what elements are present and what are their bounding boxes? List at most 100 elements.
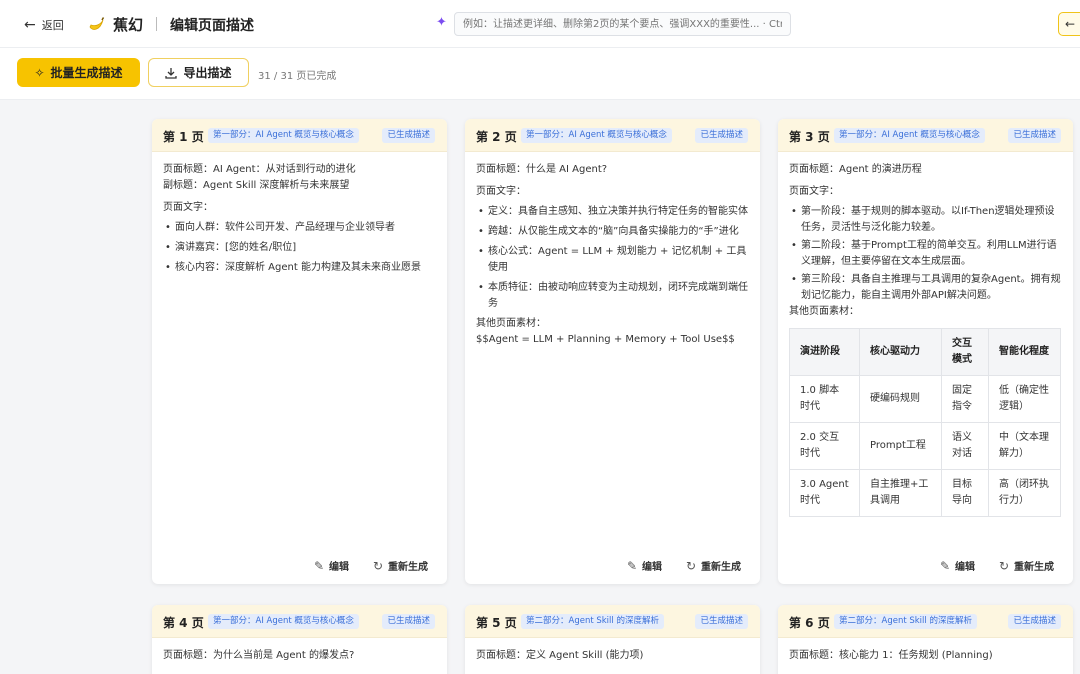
edit-button[interactable]: ✎ 编辑 bbox=[626, 558, 662, 574]
card-footer: ✎ 编辑 ↻ 重新生成 bbox=[465, 548, 760, 584]
table-cell: Prompt工程 bbox=[859, 422, 942, 470]
table-cell: 固定指令 bbox=[941, 375, 989, 423]
table-cell: 3.0 Agent时代 bbox=[789, 469, 860, 517]
other-value: $$Agent = LLM + Planning + Memory + Tool… bbox=[476, 334, 735, 345]
batch-generate-button[interactable]: ✧ 批量生成描述 bbox=[17, 58, 140, 87]
page-number: 第 6 页 bbox=[789, 616, 830, 630]
table-header-cell: 智能化程度 bbox=[988, 328, 1061, 376]
part-tag: 第一部分：AI Agent 概览与核心概念 bbox=[208, 128, 359, 143]
table-cell: 2.0 交互时代 bbox=[789, 422, 860, 470]
back-button[interactable]: ← 返回 bbox=[24, 16, 64, 34]
edit-label: 编辑 bbox=[329, 562, 349, 573]
card-description[interactable]: 页面标题：AI Agent：从对话到行动的进化 副标题：Agent Skill … bbox=[152, 152, 447, 276]
card-description[interactable]: 页面标题：为什么当前是 Agent 的爆发点? bbox=[152, 638, 447, 664]
bullet-list: 定义：具备自主感知、独立决策并执行特定任务的智能实体 跨越：从仅能生成文本的“脑… bbox=[476, 204, 749, 312]
export-label: 导出描述 bbox=[183, 66, 232, 80]
card-description[interactable]: 页面标题：核心能力 1：任务规划 (Planning) bbox=[778, 638, 1073, 664]
list-item: 定义：具备自主感知、独立决策并执行特定任务的智能实体 bbox=[476, 204, 749, 220]
status-badge: 已生成描述 bbox=[695, 614, 748, 629]
list-item: 第二阶段：基于Prompt工程的简单交互。利用LLM进行语义理解，但主要停留在文… bbox=[789, 238, 1062, 270]
card-description[interactable]: 页面标题：Agent 的演进历程 页面文字： 第一阶段：基于规则的脚本驱动。以I… bbox=[778, 152, 1073, 517]
part-tag: 第一部分：AI Agent 概览与核心概念 bbox=[834, 128, 985, 143]
title-line: 页面标题：AI Agent：从对话到行动的进化 bbox=[163, 164, 356, 175]
page-card-6: 第 6 页 第二部分：Agent Skill 的深度解析 已生成描述 页面标题：… bbox=[778, 605, 1073, 674]
pencil-icon: ✎ bbox=[939, 558, 950, 573]
edit-label: 编辑 bbox=[955, 562, 975, 573]
card-header: 第 6 页 第二部分：Agent Skill 的深度解析 已生成描述 bbox=[778, 605, 1073, 638]
download-icon bbox=[165, 67, 178, 79]
card-description[interactable]: 页面标题：什么是 AI Agent? 页面文字： 定义：具备自主感知、独立决策并… bbox=[465, 152, 760, 348]
table-header-cell: 核心驱动力 bbox=[859, 328, 942, 376]
table-cell: 1.0 脚本时代 bbox=[789, 375, 860, 423]
status-badge: 已生成描述 bbox=[1008, 128, 1061, 143]
title-line: 页面标题：核心能力 1：任务规划 (Planning) bbox=[789, 650, 993, 661]
arrow-left-icon: ← bbox=[24, 17, 36, 33]
status-badge: 已生成描述 bbox=[382, 614, 435, 629]
toolbar: ✧ 批量生成描述 导出描述 31 / 31 页已完成 bbox=[0, 48, 1080, 100]
edit-button[interactable]: ✎ 编辑 bbox=[313, 558, 349, 574]
edit-label: 编辑 bbox=[642, 562, 662, 573]
card-header: 第 2 页 第一部分：AI Agent 概览与核心概念 已生成描述 bbox=[465, 119, 760, 152]
back-label: 返回 bbox=[41, 19, 64, 32]
part-tag: 第二部分：Agent Skill 的深度解析 bbox=[834, 614, 977, 629]
pencil-icon: ✎ bbox=[313, 558, 324, 573]
list-item: 第三阶段：具备自主推理与工具调用的复杂Agent。拥有规划记忆能力，能自主调用外… bbox=[789, 272, 1062, 304]
page-card-3: 第 3 页 第一部分：AI Agent 概览与核心概念 已生成描述 页面标题：A… bbox=[778, 119, 1073, 584]
batch-generate-label: 批量生成描述 bbox=[50, 66, 123, 80]
status-badge: 已生成描述 bbox=[382, 128, 435, 143]
ai-edit-input[interactable] bbox=[454, 12, 791, 36]
page-number: 第 2 页 bbox=[476, 130, 517, 144]
card-footer: ✎ 编辑 ↻ 重新生成 bbox=[152, 548, 447, 584]
part-tag: 第二部分：Agent Skill 的深度解析 bbox=[521, 614, 664, 629]
bullet-list: 面向人群：软件公司开发、产品经理与企业领导者 演讲嘉宾：[您的姓名/职位] 核心… bbox=[163, 220, 436, 276]
list-item: 第一阶段：基于规则的脚本驱动。以If-Then逻辑处理预设任务，灵活性与泛化能力… bbox=[789, 204, 1062, 236]
table-cell: 低（确定性逻辑） bbox=[988, 375, 1061, 423]
refresh-icon: ↻ bbox=[998, 558, 1009, 573]
refresh-icon: ↻ bbox=[372, 558, 383, 573]
card-header: 第 5 页 第二部分：Agent Skill 的深度解析 已生成描述 bbox=[465, 605, 760, 638]
list-item: 跨越：从仅能生成文本的“脑”向具备实操能力的“手”进化 bbox=[476, 224, 749, 240]
pencil-icon: ✎ bbox=[626, 558, 637, 573]
regenerate-button[interactable]: ↻ 重新生成 bbox=[998, 558, 1054, 574]
list-item: 演讲嘉宾：[您的姓名/职位] bbox=[163, 240, 436, 256]
card-footer: ✎ 编辑 ↻ 重新生成 bbox=[778, 548, 1073, 584]
title-line: 页面标题：定义 Agent Skill (能力项) bbox=[476, 650, 644, 661]
table-cell: 目标导向 bbox=[941, 469, 989, 517]
status-badge: 已生成描述 bbox=[695, 128, 748, 143]
regenerate-button[interactable]: ↻ 重新生成 bbox=[685, 558, 741, 574]
page-number: 第 1 页 bbox=[163, 130, 204, 144]
table-row: 2.0 交互时代 Prompt工程 语义对话 中（文本理解力） bbox=[789, 422, 1061, 470]
refresh-icon: ↻ bbox=[685, 558, 696, 573]
edit-button[interactable]: ✎ 编辑 bbox=[939, 558, 975, 574]
table-row: 1.0 脚本时代 硬编码规则 固定指令 低（确定性逻辑） bbox=[789, 375, 1061, 423]
text-label: 页面文字： bbox=[789, 186, 839, 197]
text-label: 页面文字： bbox=[476, 186, 526, 197]
page-card-1: 第 1 页 第一部分：AI Agent 概览与核心概念 已生成描述 页面标题：A… bbox=[152, 119, 447, 584]
table-header-row: 演进阶段 核心驱动力 交互模式 智能化程度 bbox=[789, 328, 1061, 376]
page-title: 编辑页面描述 bbox=[170, 18, 254, 34]
regenerate-label: 重新生成 bbox=[701, 562, 741, 573]
card-description[interactable]: 页面标题：定义 Agent Skill (能力项) bbox=[465, 638, 760, 664]
export-button[interactable]: 导出描述 bbox=[148, 58, 249, 87]
card-header: 第 3 页 第一部分：AI Agent 概览与核心概念 已生成描述 bbox=[778, 119, 1073, 152]
page-number: 第 3 页 bbox=[789, 130, 830, 144]
page-card-5: 第 5 页 第二部分：Agent Skill 的深度解析 已生成描述 页面标题：… bbox=[465, 605, 760, 674]
other-label: 其他页面素材： bbox=[789, 306, 859, 317]
regenerate-button[interactable]: ↻ 重新生成 bbox=[372, 558, 428, 574]
table-header-cell: 演进阶段 bbox=[789, 328, 860, 376]
table-row: 3.0 Agent时代 自主推理+工具调用 目标导向 高（闭环执行力） bbox=[789, 469, 1061, 517]
table-cell: 硬编码规则 bbox=[859, 375, 942, 423]
part-tag: 第一部分：AI Agent 概览与核心概念 bbox=[521, 128, 672, 143]
page-number: 第 5 页 bbox=[476, 616, 517, 630]
table-header-cell: 交互模式 bbox=[941, 328, 989, 376]
sparkle-icon: ✦ bbox=[436, 15, 447, 30]
subtitle-line: 副标题：Agent Skill 深度解析与未来展望 bbox=[163, 180, 350, 191]
title-divider bbox=[156, 17, 157, 31]
title-line: 页面标题：什么是 AI Agent? bbox=[476, 164, 608, 175]
list-item: 本质特征：由被动响应转变为主动规划，闭环完成端到端任务 bbox=[476, 280, 749, 312]
page-card-4: 第 4 页 第一部分：AI Agent 概览与核心概念 已生成描述 页面标题：为… bbox=[152, 605, 447, 674]
text-label: 页面文字： bbox=[163, 202, 213, 213]
collapse-button[interactable]: ← bbox=[1058, 12, 1080, 36]
list-item: 核心公式：Agent = LLM + 规划能力 + 记忆机制 + 工具使用 bbox=[476, 244, 749, 276]
card-header: 第 4 页 第一部分：AI Agent 概览与核心概念 已生成描述 bbox=[152, 605, 447, 638]
